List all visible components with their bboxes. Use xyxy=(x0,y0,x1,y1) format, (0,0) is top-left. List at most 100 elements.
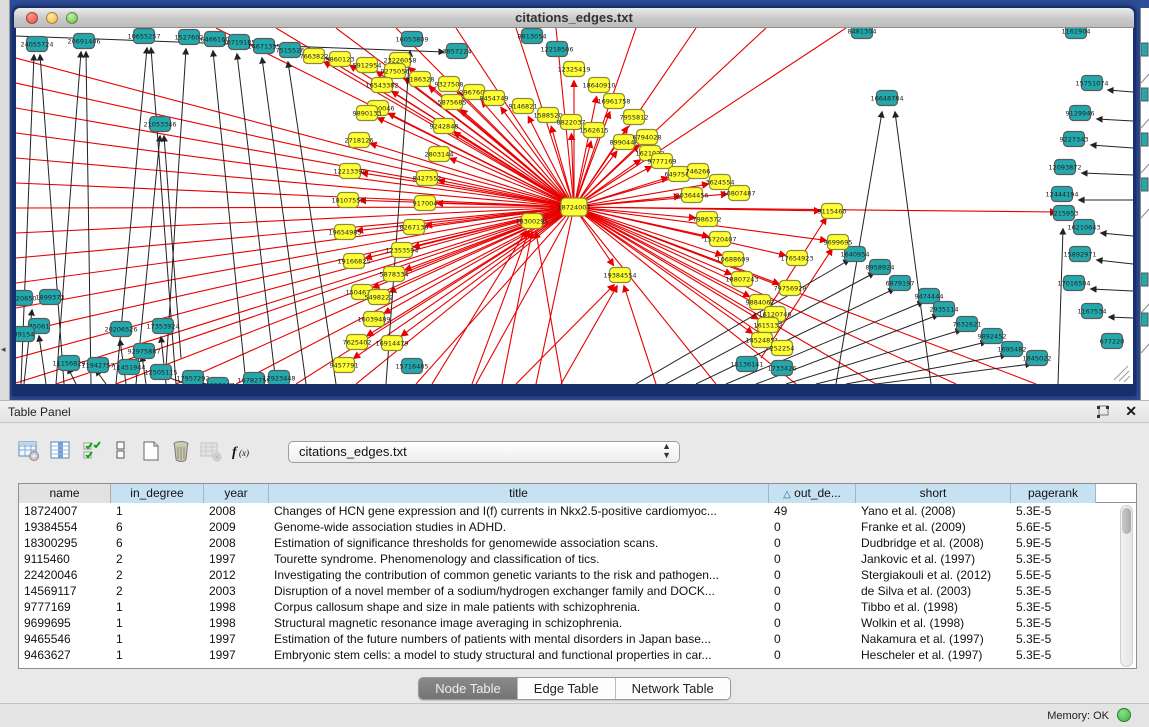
network-node[interactable]: 7955812 xyxy=(620,110,649,125)
network-node[interactable]: 1527602 xyxy=(175,30,204,45)
network-node[interactable]: 746266 xyxy=(686,164,711,179)
table-cell[interactable]: 2 xyxy=(111,551,204,567)
network-node[interactable]: 20364456 xyxy=(675,188,708,203)
table-cell[interactable]: 1 xyxy=(111,615,204,631)
network-node[interactable]: 15716485 xyxy=(395,359,428,374)
network-node[interactable]: 7625402 xyxy=(343,335,372,350)
network-node[interactable]: 9115460 xyxy=(818,204,847,219)
table-cell[interactable]: 1 xyxy=(111,647,204,663)
table-cell[interactable]: 49 xyxy=(769,503,856,519)
table-cell[interactable]: 0 xyxy=(769,631,856,647)
network-node[interactable]: 2718126 xyxy=(345,133,374,148)
network-node[interactable]: 11942757 xyxy=(81,358,114,373)
table-row[interactable]: 1872400712008Changes of HCN gene express… xyxy=(19,503,1136,519)
network-node[interactable]: 15136141 xyxy=(730,357,763,372)
network-node[interactable]: 17654923 xyxy=(780,251,813,266)
function-builder-icon[interactable]: f(x) xyxy=(230,437,256,465)
network-node[interactable]: 15751074 xyxy=(1075,76,1108,91)
table-cell[interactable]: 0 xyxy=(769,647,856,663)
table-cell[interactable]: 9777169 xyxy=(19,599,111,615)
table-cell[interactable]: 9465546 xyxy=(19,631,111,647)
table-cell[interactable]: Genome-wide association studies in ADHD. xyxy=(269,519,769,535)
show-columns-icon[interactable] xyxy=(48,437,74,465)
table-cell[interactable]: 2012 xyxy=(204,567,269,583)
network-node[interactable]: 9699695 xyxy=(824,235,853,250)
network-node[interactable]: 9457791 xyxy=(330,358,359,373)
table-row[interactable]: 1938455462009Genome-wide association stu… xyxy=(19,519,1136,535)
table-cell[interactable]: Estimation of the future numbers of pati… xyxy=(269,631,769,647)
column-header-short[interactable]: short xyxy=(856,484,1011,503)
table-cell[interactable]: Dudbridge et al. (2008) xyxy=(856,535,1011,551)
vertical-scrollbar[interactable] xyxy=(1120,505,1133,667)
table-source-select[interactable]: citations_edges.txt ▲▼ xyxy=(288,441,680,463)
network-node[interactable]: 8958924 xyxy=(866,260,895,275)
table-cell[interactable]: Embryonic stem cells: a model to study s… xyxy=(269,647,769,663)
network-node[interactable]: 7986372 xyxy=(693,212,722,227)
table-cell[interactable]: 1997 xyxy=(204,551,269,567)
delete-column-icon[interactable] xyxy=(168,437,194,465)
table-cell[interactable]: Stergiakouli et al. (2012) xyxy=(856,567,1011,583)
table-cell[interactable]: Structural magnetic resonance image aver… xyxy=(269,615,769,631)
network-node[interactable]: 18107553 xyxy=(331,193,364,208)
window-titlebar[interactable]: citations_edges.txt xyxy=(14,8,1134,28)
network-node[interactable]: 21053346 xyxy=(143,117,176,132)
network-node[interactable]: 8454749 xyxy=(480,91,509,106)
network-node[interactable]: 12505115 xyxy=(144,365,177,380)
column-header-name[interactable]: name xyxy=(19,484,111,503)
network-node[interactable]: 1899373 xyxy=(36,290,65,305)
table-row[interactable]: 969969511998Structural magnetic resonanc… xyxy=(19,615,1136,631)
table-cell[interactable]: 0 xyxy=(769,535,856,551)
network-node[interactable]: 1167534 xyxy=(1078,304,1107,319)
network-node[interactable]: 12093872 xyxy=(1048,160,1081,175)
network-node[interactable]: 15892971 xyxy=(1063,247,1096,262)
network-node[interactable]: 3857224 xyxy=(443,44,472,59)
network-node[interactable]: 10688609 xyxy=(716,252,749,267)
network-node[interactable]: 20691406 xyxy=(67,34,100,49)
table-cell[interactable]: 18724007 xyxy=(19,503,111,519)
table-row[interactable]: 911546021997Tourette syndrome. Phenomeno… xyxy=(19,551,1136,567)
table-row[interactable]: 946554611997Estimation of the future num… xyxy=(19,631,1136,647)
table-cell[interactable]: 1 xyxy=(111,631,204,647)
table-row[interactable]: 2242004622012Investigating the contribut… xyxy=(19,567,1136,583)
table-cell[interactable]: 9463627 xyxy=(19,647,111,663)
network-node[interactable]: 8267130 xyxy=(400,220,429,235)
table-cell[interactable]: Disruption of a novel member of a sodium… xyxy=(269,583,769,599)
network-node[interactable]: 5498222 xyxy=(365,290,394,305)
network-node[interactable]: 8481304 xyxy=(848,28,877,39)
table-cell[interactable]: Franke et al. (2009) xyxy=(856,519,1011,535)
network-node[interactable]: 20206526 xyxy=(104,322,137,337)
network-node[interactable]: 19166825 xyxy=(337,254,370,269)
network-node[interactable]: 5875685 xyxy=(438,95,467,110)
network-node[interactable]: 39154 xyxy=(16,327,35,342)
network-node[interactable]: 2520650 xyxy=(16,291,36,306)
table-header-row[interactable]: namein_degreeyeartitle△ out_de...shortpa… xyxy=(19,484,1136,503)
rows-icon[interactable] xyxy=(108,437,134,465)
table-cell[interactable]: Investigating the contribution of common… xyxy=(269,567,769,583)
network-node[interactable]: 19384554 xyxy=(603,268,636,283)
network-node[interactable]: 917004 xyxy=(413,196,438,211)
table-cell[interactable]: 9115460 xyxy=(19,551,111,567)
network-node[interactable]: 12923448 xyxy=(262,371,295,385)
citation-network-graph[interactable]: 2405572420691406106552571527602646616010… xyxy=(16,28,1133,384)
table-cell[interactable]: 0 xyxy=(769,519,856,535)
select-columns-icon[interactable] xyxy=(80,437,106,465)
network-node[interactable]: 15720407 xyxy=(703,232,736,247)
table-cell[interactable]: 0 xyxy=(769,567,856,583)
network-node[interactable]: 9242848 xyxy=(430,119,459,134)
close-panel-icon[interactable]: ✕ xyxy=(1125,403,1137,420)
network-node[interactable]: 5912954 xyxy=(353,58,382,73)
tab-node-table[interactable]: Node Table xyxy=(419,678,518,699)
network-node[interactable]: 16053809 xyxy=(395,32,428,47)
table-cell[interactable]: de Silva et al. (2003) xyxy=(856,583,1011,599)
float-panel-icon[interactable] xyxy=(1095,404,1111,420)
network-node[interactable]: 16961758 xyxy=(597,94,630,109)
network-node[interactable]: 7632621 xyxy=(953,317,982,332)
network-node[interactable]: 12218506 xyxy=(540,42,573,57)
column-header-in_degree[interactable]: in_degree xyxy=(111,484,204,503)
node-table[interactable]: namein_degreeyeartitle△ out_de...shortpa… xyxy=(18,483,1137,669)
table-cell[interactable]: 2008 xyxy=(204,535,269,551)
table-cell[interactable]: 9699695 xyxy=(19,615,111,631)
table-cell[interactable]: Nakamura et al. (1997) xyxy=(856,631,1011,647)
table-cell[interactable]: 0 xyxy=(769,551,856,567)
table-cell[interactable]: Changes of HCN gene expression and I(f) … xyxy=(269,503,769,519)
